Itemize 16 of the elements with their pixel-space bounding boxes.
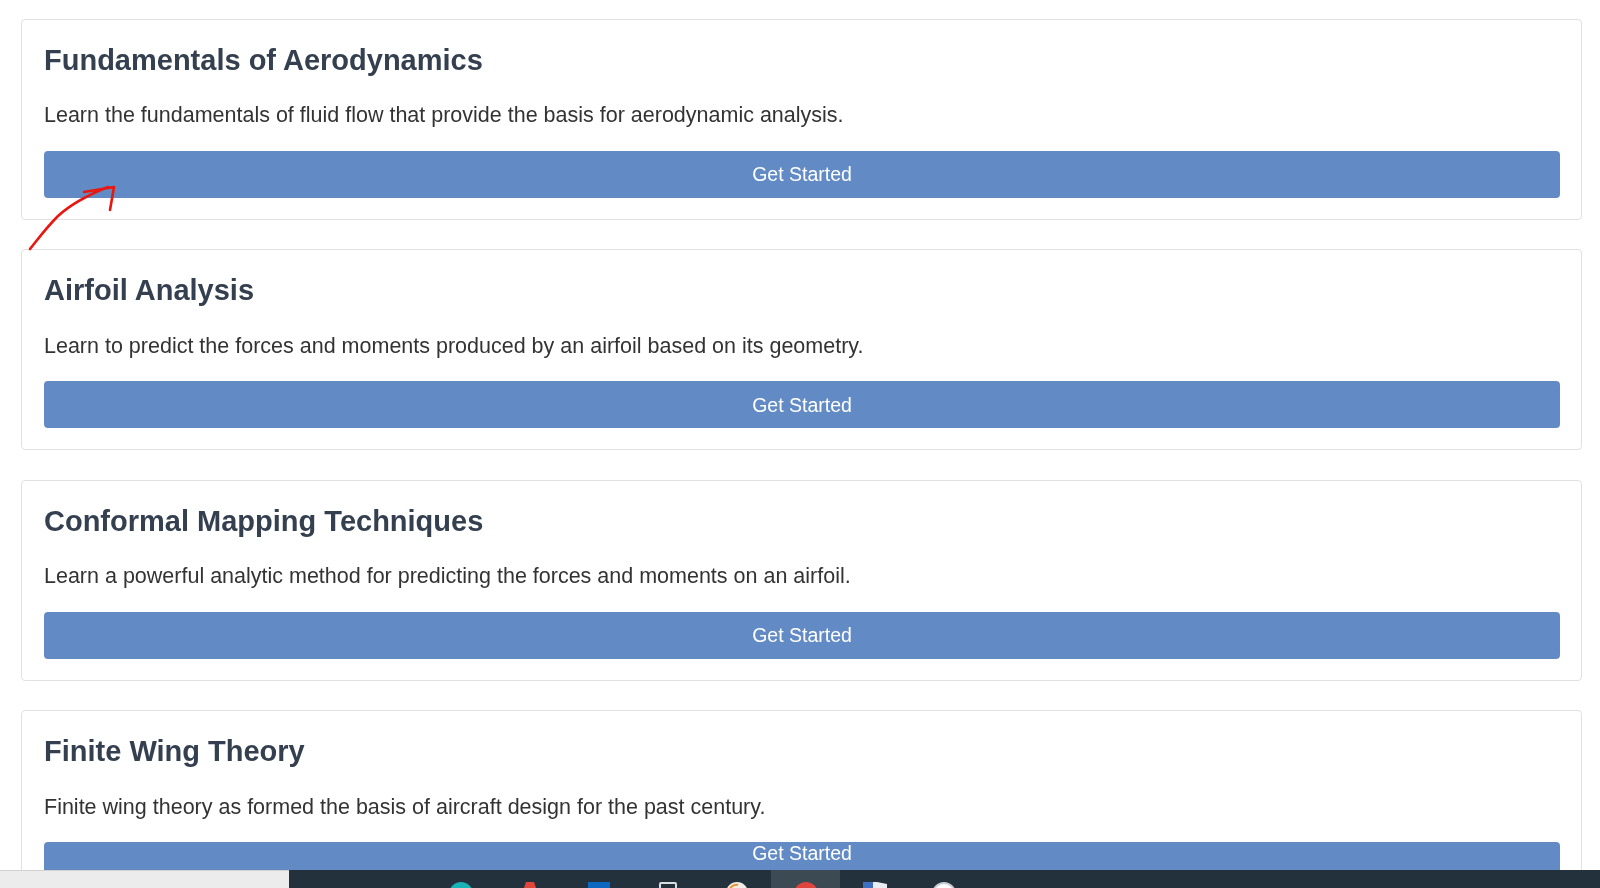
get-started-button[interactable]: Get Started [44,842,1560,870]
course-description: Learn the fundamentals of fluid flow that provide the basis for aerodynamic analysis. [44,102,844,129]
course-title: Airfoil Analysis [44,273,255,308]
course-title: Fundamentals of Aerodynamics [44,42,483,78]
square-icon [587,882,610,888]
get-started-button[interactable]: Get Started [44,381,1560,428]
course-description: Learn to predict the forces and moments produced by an airfoil based on its geometry. [44,332,864,360]
get-started-button[interactable]: Get Started [44,150,1560,198]
course-description: Learn a powerful analytic method for predicting the forces and moments on an airfoil. [44,563,851,590]
course-title: Conformal Mapping Techniques [44,503,484,539]
device-icon [658,882,677,888]
get-started-button[interactable]: Get Started [44,611,1560,659]
course-title: Finite Wing Theory [44,734,305,769]
marker-icon [523,882,536,888]
flag-icon [862,882,887,888]
course-description: Finite wing theory as formed the basis of aircraft design for the past century. [44,793,766,821]
